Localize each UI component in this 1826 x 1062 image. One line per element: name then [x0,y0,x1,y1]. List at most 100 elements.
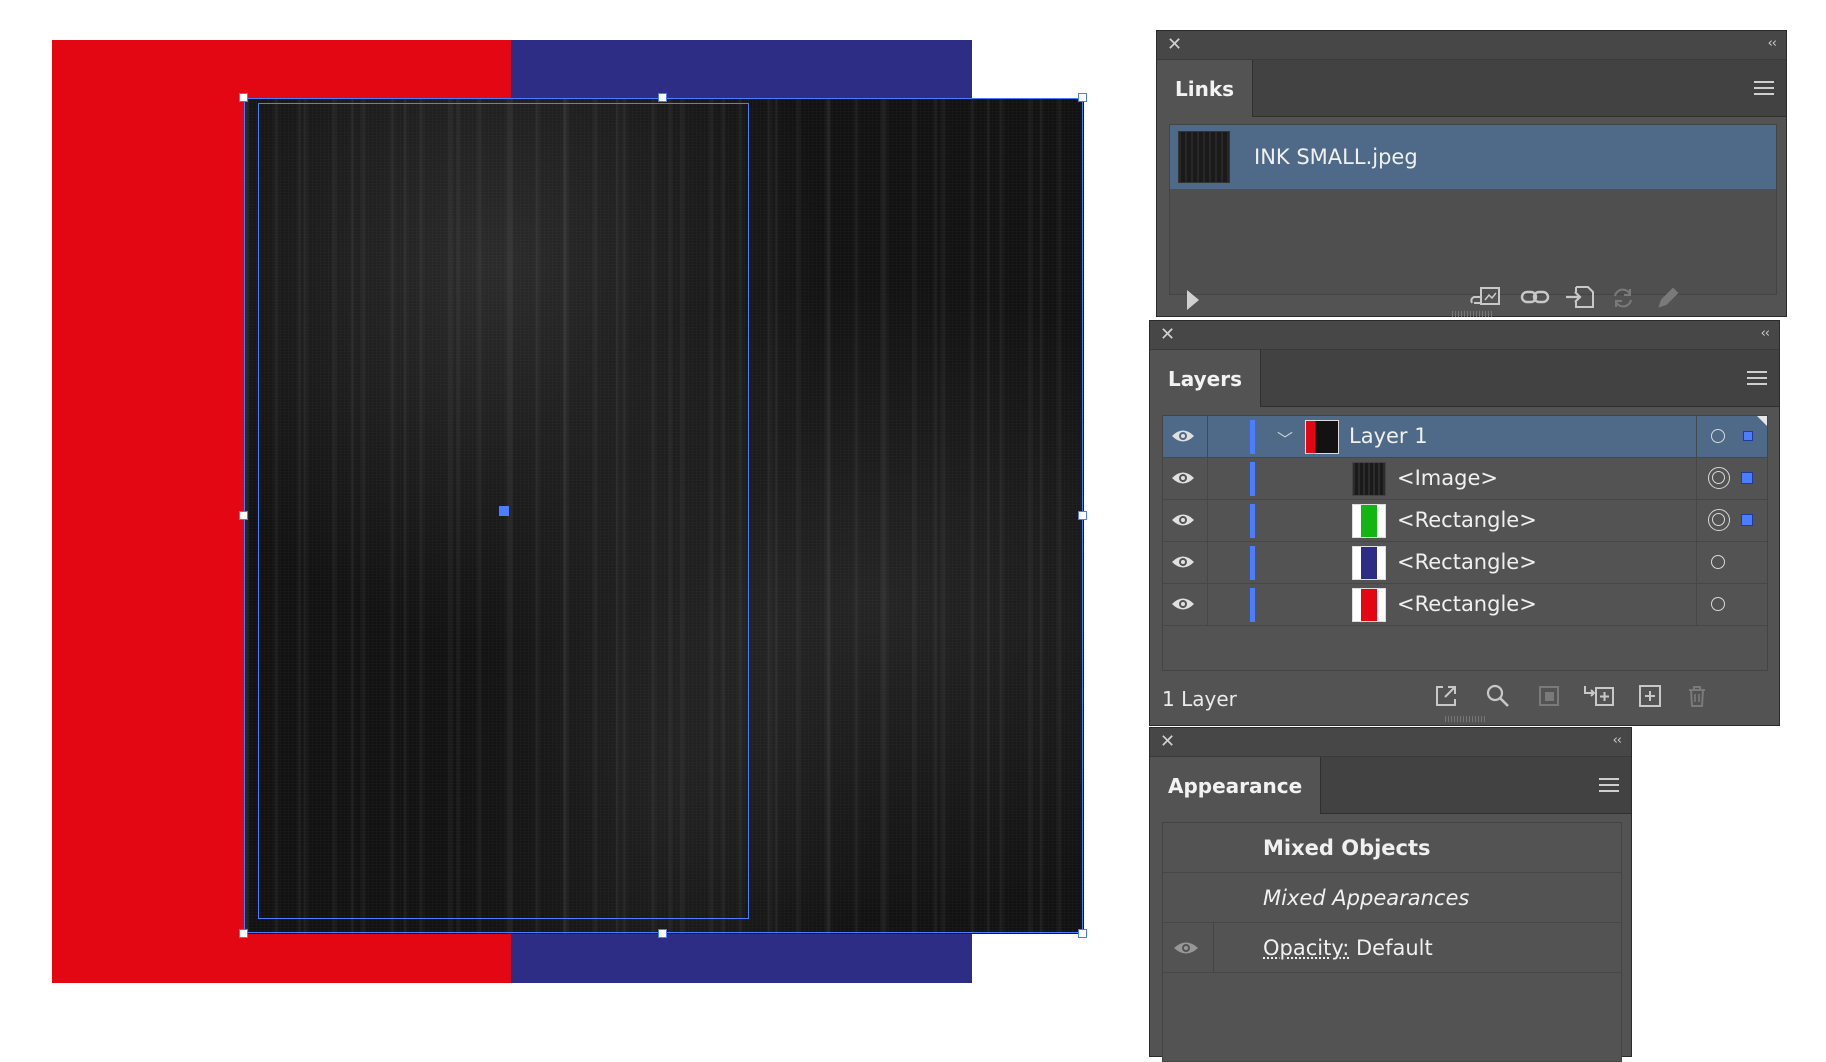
appearance-title-row: Mixed Objects [1163,823,1621,873]
chevron-down-icon[interactable]: ﹀ [1277,426,1293,450]
appearance-subtitle: Mixed Appearances [1263,886,1470,910]
handle-top-center[interactable] [658,93,667,102]
target-column [1696,416,1697,458]
close-icon[interactable]: ✕ [1167,34,1182,55]
tab-bar: Appearance [1150,757,1631,814]
handle-top-left[interactable] [239,93,248,102]
new-layer-icon[interactable] [1637,683,1663,709]
layer-color-bar [1250,504,1255,538]
export-icon[interactable] [1433,683,1459,709]
layer-name[interactable]: Layer 1 [1349,424,1428,448]
current-layer-indicator [1757,416,1767,426]
tab-links[interactable]: Links [1157,60,1254,117]
layer-color-bar [1250,588,1255,622]
tab-bar: Links [1157,60,1786,117]
lock-column [1207,542,1208,584]
link-name: INK SMALL.jpeg [1254,145,1418,169]
clipping-mask-icon[interactable] [1536,683,1562,709]
layer-name[interactable]: <Rectangle> [1397,550,1537,574]
appearance-title: Mixed Objects [1263,836,1431,860]
panel-menu-icon[interactable] [1754,81,1774,99]
opacity-row[interactable]: Opacity: Default [1163,923,1621,973]
target-column [1696,500,1697,542]
layer-name[interactable]: <Image> [1397,466,1498,490]
target-circle-icon[interactable] [1708,509,1730,531]
tab-appearance[interactable]: Appearance [1150,757,1322,814]
tab-layers[interactable]: Layers [1150,350,1261,407]
layer-row-rectangle[interactable]: <Rectangle> [1163,542,1767,584]
handle-bottom-left[interactable] [239,929,248,938]
handle-top-right[interactable] [1078,93,1087,102]
appearance-panel: ✕ ‹‹ Appearance Mixed Objects Mixed Appe… [1149,727,1632,1062]
link-thumbnail [1178,131,1230,183]
panel-title-bar[interactable]: ✕ ‹‹ [1150,728,1631,757]
close-icon[interactable]: ✕ [1160,324,1175,345]
opacity-label[interactable]: Opacity: [1263,936,1349,960]
visibility-eye-icon[interactable] [1171,468,1195,488]
selection-indicator[interactable] [1741,514,1753,526]
layer-color-bar [1250,462,1255,496]
handle-middle-left[interactable] [239,511,248,520]
selection-bounding-box[interactable] [244,98,1083,933]
links-list: INK SMALL.jpeg [1169,124,1777,295]
relink-icon[interactable] [1520,287,1550,307]
lock-column [1207,500,1208,542]
layer-name[interactable]: <Rectangle> [1397,592,1537,616]
appearance-list: Mixed Objects Mixed Appearances Opacity:… [1162,822,1622,1062]
resize-grip[interactable] [1451,311,1492,317]
link-item[interactable]: INK SMALL.jpeg [1170,125,1776,189]
layer-color-bar [1250,420,1255,454]
layer-row-layer-1[interactable]: ﹀ Layer 1 [1163,416,1767,458]
layer-row-rectangle[interactable]: <Rectangle> [1163,584,1767,626]
collapse-icon[interactable]: ‹‹ [1761,326,1770,341]
visibility-eye-icon[interactable] [1171,510,1195,530]
tab-bar: Layers [1150,350,1779,407]
layer-row-image[interactable]: <Image> [1163,458,1767,500]
lock-column [1207,458,1208,500]
links-panel: ✕ ‹‹ Links INK SMALL.jpeg [1156,30,1787,317]
panel-menu-icon[interactable] [1599,778,1619,796]
visibility-eye-icon[interactable] [1171,552,1195,572]
appearance-subtitle-row: Mixed Appearances [1163,873,1621,923]
target-circle-icon[interactable] [1708,467,1730,489]
embed-icon[interactable] [1564,284,1596,310]
update-link-icon[interactable] [1610,285,1636,311]
lock-column [1207,584,1208,626]
close-icon[interactable]: ✕ [1160,731,1175,752]
selection-indicator[interactable] [1741,472,1753,484]
collapse-icon[interactable]: ‹‹ [1768,36,1777,51]
collapse-icon[interactable]: ‹‹ [1613,733,1622,748]
visibility-eye-icon[interactable] [1171,594,1195,614]
resize-grip[interactable] [1444,716,1485,722]
layer-name[interactable]: <Rectangle> [1397,508,1537,532]
edit-original-icon[interactable] [1655,285,1681,311]
locate-object-icon[interactable] [1485,683,1511,709]
panel-menu-icon[interactable] [1747,371,1767,389]
visibility-eye-icon[interactable] [1173,938,1199,958]
target-circle-icon[interactable] [1711,429,1725,443]
handle-bottom-center[interactable] [658,929,667,938]
target-column [1696,542,1697,584]
delete-icon[interactable] [1684,683,1710,709]
target-circle-icon[interactable] [1711,597,1725,611]
handle-bottom-right[interactable] [1078,929,1087,938]
opacity-value: Default [1356,936,1433,960]
panel-title-bar[interactable]: ✕ ‹‹ [1157,31,1786,60]
rectangle-thumbnail [1352,588,1386,622]
relink-from-cc-icon[interactable] [1469,285,1503,311]
new-sublayer-icon[interactable] [1582,683,1616,709]
target-column [1696,584,1697,626]
opacity-text: Opacity: Default [1263,936,1433,960]
visibility-eye-icon[interactable] [1171,426,1195,446]
target-column [1696,458,1697,500]
layer-color-bar [1250,546,1255,580]
layer-row-rectangle[interactable]: <Rectangle> [1163,500,1767,542]
rectangle-thumbnail [1352,546,1386,580]
panel-title-bar[interactable]: ✕ ‹‹ [1150,321,1779,350]
target-circle-icon[interactable] [1711,555,1725,569]
show-more-icon[interactable] [1187,290,1199,310]
handle-middle-right[interactable] [1078,511,1087,520]
selection-indicator[interactable] [1743,431,1753,441]
layers-footer: 1 Layer [1150,675,1779,719]
layer-thumbnail [1305,420,1339,454]
